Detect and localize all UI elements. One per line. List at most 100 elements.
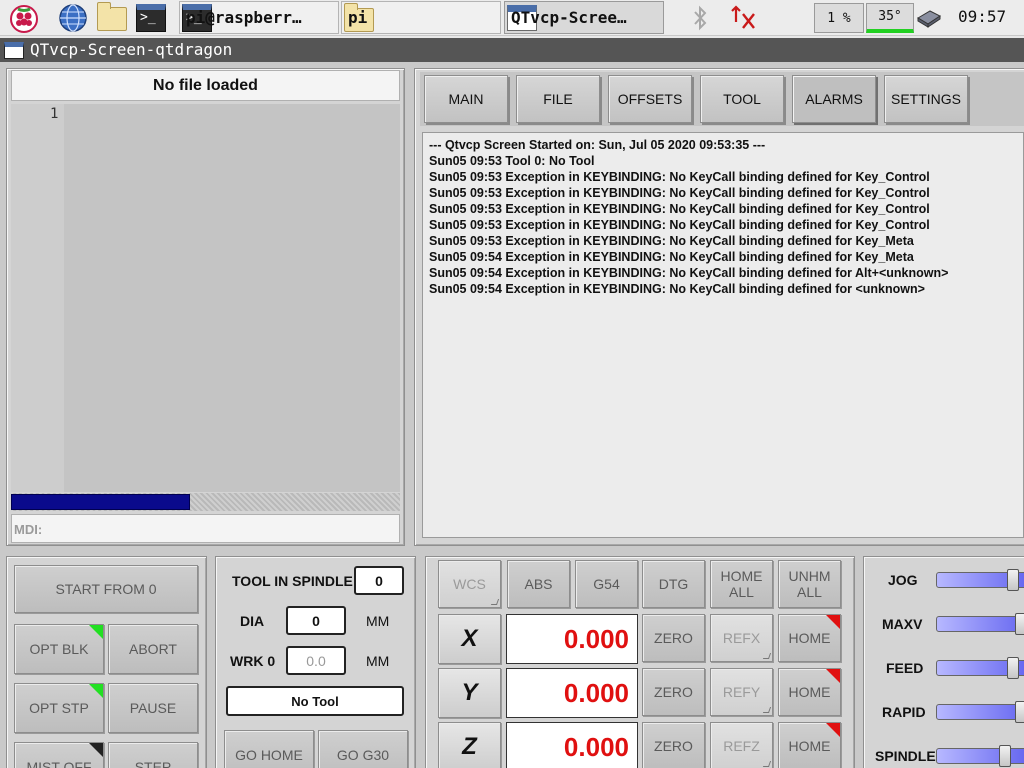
slider-handle[interactable] <box>999 745 1011 767</box>
abort-button[interactable]: ABORT <box>108 624 198 674</box>
tab-main[interactable]: MAIN <box>424 75 508 123</box>
terminal-launcher-icon[interactable] <box>136 4 166 32</box>
start-from-button[interactable]: START FROM 0 <box>14 565 198 613</box>
tool-diameter-value: 0 <box>286 606 346 635</box>
tab-alarms[interactable]: ALARMS <box>792 75 876 123</box>
axis-z-button[interactable]: Z <box>438 722 501 768</box>
abs-button[interactable]: ABS <box>507 560 570 608</box>
log-line: Sun05 09:54 Exception in KEYBINDING: No … <box>429 282 925 296</box>
log-line: Sun05 09:54 Exception in KEYBINDING: No … <box>429 250 914 264</box>
program-progress-bar <box>11 493 400 511</box>
pause-button[interactable]: PAUSE <box>108 683 198 733</box>
rapid-slider[interactable] <box>936 701 1024 723</box>
go-home-button[interactable]: GO HOME <box>224 730 314 768</box>
opt-stp-button[interactable]: OPT STP <box>14 683 104 733</box>
go-g30-button[interactable]: GO G30 <box>318 730 408 768</box>
clock[interactable]: 09:57 <box>958 7 1006 26</box>
axis-y-button[interactable]: Y <box>438 668 501 718</box>
task-label: pi <box>348 8 368 27</box>
grip-icon <box>490 599 500 605</box>
file-manager-icon[interactable] <box>97 2 127 31</box>
maxv-slider[interactable] <box>936 613 1024 635</box>
log-line: Sun05 09:53 Exception in KEYBINDING: No … <box>429 170 930 184</box>
cpu-usage-monitor[interactable]: 1 % <box>814 3 864 33</box>
opt-blk-button[interactable]: OPT BLK <box>14 624 104 674</box>
tab-tool[interactable]: TOOL <box>700 75 784 123</box>
taskbar-item-terminal[interactable]: pi@raspberr… <box>179 1 339 34</box>
opt-blk-label: OPT BLK <box>29 641 89 657</box>
ref-x-button[interactable]: REFX <box>710 614 773 662</box>
slider-handle[interactable] <box>1015 613 1024 635</box>
home-x-label: HOME <box>788 630 831 646</box>
axis-x-button[interactable]: X <box>438 614 501 664</box>
window-title: QTvcp-Screen-qtdragon <box>30 40 233 59</box>
spindle-label: SPINDLE <box>875 748 936 764</box>
home-z-button[interactable]: HOME <box>778 722 841 768</box>
mist-button[interactable]: MIST OFF <box>14 742 104 768</box>
dtg-button[interactable]: DTG <box>642 560 705 608</box>
jog-label: JOG <box>888 572 918 588</box>
ref-y-button[interactable]: REFY <box>710 668 773 716</box>
spindle-slider[interactable] <box>936 745 1024 767</box>
window-icon <box>4 42 24 59</box>
web-browser-icon[interactable] <box>57 3 89 33</box>
slider-handle[interactable] <box>1007 657 1019 679</box>
work-offset-input[interactable]: 0.0 <box>286 646 346 675</box>
log-line: --- Qtvcp Screen Started on: Sun, Jul 05… <box>429 138 766 152</box>
log-line: Sun05 09:53 Exception in KEYBINDING: No … <box>429 202 930 216</box>
tab-file[interactable]: FILE <box>516 75 600 123</box>
log-line: Sun05 09:54 Exception in KEYBINDING: No … <box>429 266 949 280</box>
tab-settings[interactable]: SETTINGS <box>884 75 968 123</box>
tool-name: No Tool <box>226 686 404 716</box>
tool-in-spindle-value: 0 <box>354 566 404 595</box>
dro-z-value: 0.000 <box>506 722 638 768</box>
zero-z-button[interactable]: ZERO <box>642 722 705 768</box>
indicator-off-icon <box>89 743 103 757</box>
slider-handle[interactable] <box>1007 569 1019 591</box>
ref-z-button[interactable]: REFZ <box>710 722 773 768</box>
home-all-button[interactable]: HOME ALL <box>710 560 773 608</box>
taskbar-item-qtvcp[interactable]: QTvcp-Scree… <box>504 1 664 34</box>
home-y-button[interactable]: HOME <box>778 668 841 716</box>
jog-slider[interactable] <box>936 569 1024 591</box>
zero-x-button[interactable]: ZERO <box>642 614 705 662</box>
network-disconnected-icon[interactable] <box>730 4 758 32</box>
ref-z-label: REFZ <box>723 738 760 754</box>
unhomed-indicator-icon <box>826 669 840 683</box>
step-button[interactable]: STEP <box>108 742 198 768</box>
gcode-line-number: 1 <box>50 106 59 122</box>
mdi-input[interactable]: MDI: <box>11 514 400 543</box>
feed-label: FEED <box>886 660 924 676</box>
task-label: QTvcp-Scree… <box>511 8 627 27</box>
log-line: Sun05 09:53 Exception in KEYBINDING: No … <box>429 234 914 248</box>
indicator-on-icon <box>89 625 103 639</box>
g54-button[interactable]: G54 <box>575 560 638 608</box>
feed-slider[interactable] <box>936 657 1024 679</box>
cpu-temperature-monitor[interactable]: 35° <box>866 3 914 33</box>
ref-x-label: REFX <box>722 630 761 646</box>
grip-icon <box>762 653 772 659</box>
mist-label: MIST OFF <box>26 759 92 768</box>
indicator-on-icon <box>89 684 103 698</box>
file-status-label: No file loaded <box>11 70 400 101</box>
taskbar-item-pi-folder[interactable]: pi <box>341 1 501 34</box>
dia-label: DIA <box>240 613 265 629</box>
wrk-label: WRK 0 <box>230 653 276 669</box>
gcode-line-gutter <box>11 104 64 492</box>
slider-handle[interactable] <box>1015 701 1024 723</box>
task-label: pi@raspberr… <box>186 8 302 27</box>
log-line: Sun05 09:53 Tool 0: No Tool <box>429 154 595 168</box>
window-title-bar[interactable]: QTvcp-Screen-qtdragon <box>0 38 1024 62</box>
temperature-value: 35° <box>878 9 902 24</box>
tab-offsets[interactable]: OFFSETS <box>608 75 692 123</box>
raspberry-menu-icon[interactable] <box>8 3 40 33</box>
gcode-editor[interactable] <box>64 104 400 492</box>
ref-y-label: REFY <box>722 684 761 700</box>
zero-y-button[interactable]: ZERO <box>642 668 705 716</box>
alarm-log[interactable]: --- Qtvcp Screen Started on: Sun, Jul 05… <box>422 132 1024 538</box>
wcs-button[interactable]: WCS <box>438 560 501 608</box>
bluetooth-icon[interactable] <box>690 5 710 31</box>
unhome-all-button[interactable]: UNHM ALL <box>778 560 841 608</box>
home-x-button[interactable]: HOME <box>778 614 841 662</box>
drive-eject-icon[interactable] <box>915 6 943 30</box>
